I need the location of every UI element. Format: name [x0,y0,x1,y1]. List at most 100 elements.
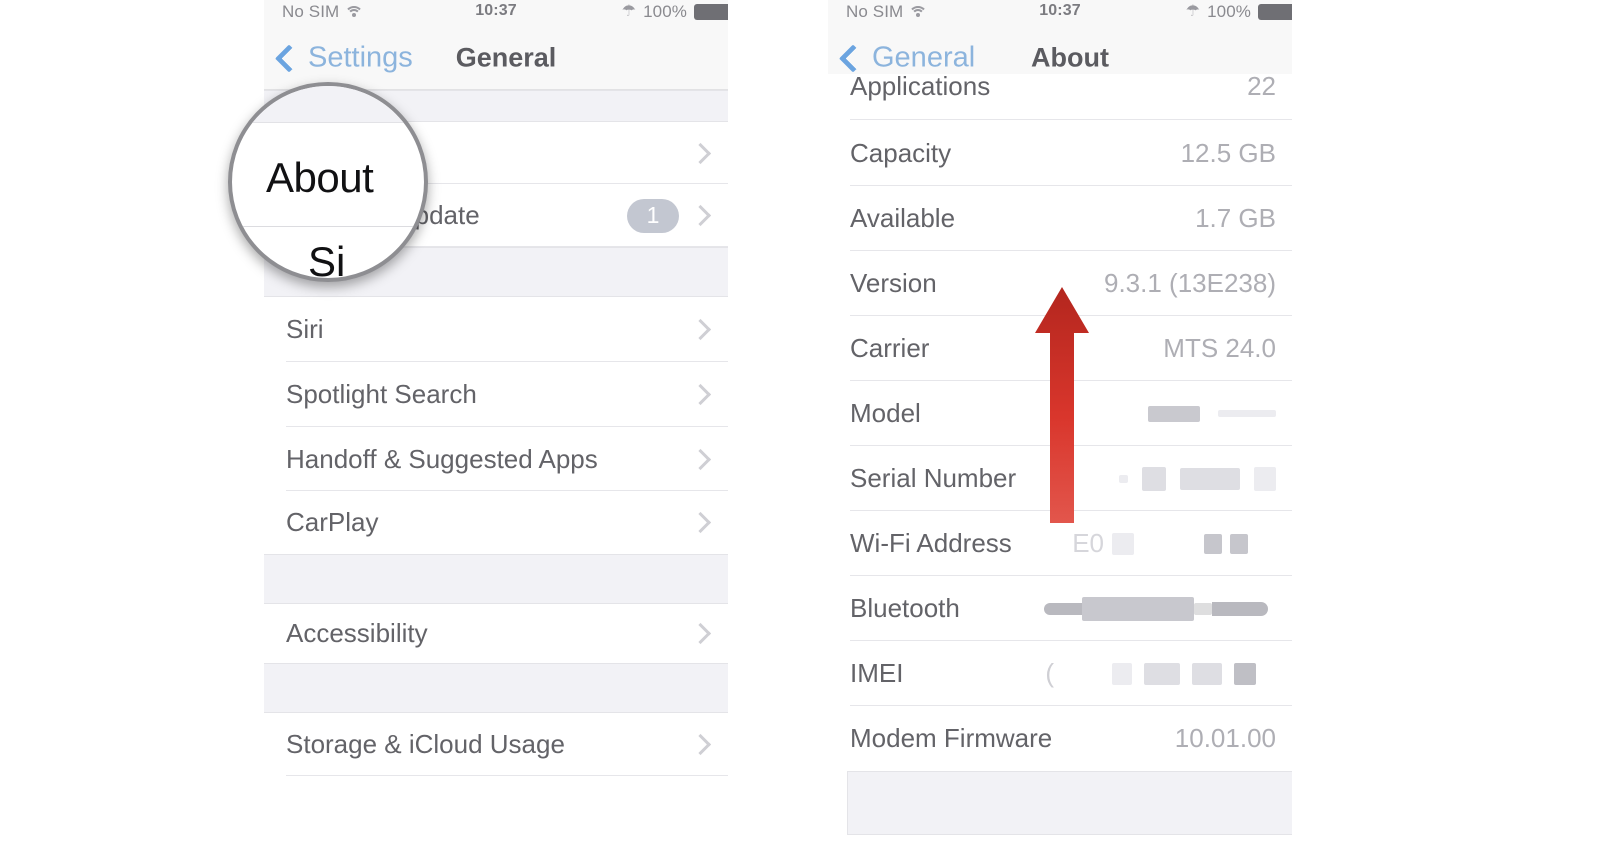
redacted-value-block [1212,601,1268,616]
list-item-applications[interactable]: Applications 22 [828,74,1292,120]
battery-full-icon [1258,4,1292,20]
list-item-label: Applications [850,74,991,101]
about-info-list: Capacity 12.5 GB Available 1.7 GB Versio… [828,121,1292,835]
list-item-label: Serial Number [850,463,1017,493]
status-bar-right-group: ☂ 100% [622,2,728,22]
right-phone-screen: No SIM 10:37 ☂ 100% General About Applic… [828,0,1292,841]
redacted-value-block [1112,532,1134,555]
row-value: 1.7 GB [1195,203,1276,233]
row-accessories [689,142,728,164]
magnified-partial-label: Si [308,238,346,278]
list-item-model: Model [828,381,1292,446]
list-item-bluetooth: Bluetooth [828,576,1292,641]
list-item-available: Available 1.7 GB [828,186,1292,251]
list-item-label: Capacity [850,138,952,168]
list-item-imei: IMEI ( [828,641,1292,706]
list-item-label: Carrier [850,333,930,363]
list-item-spotlight-search[interactable]: Spotlight Search [264,362,728,427]
chevron-right-icon [689,142,712,164]
magnifier-content: About Si [232,86,424,278]
redacted-value-block [1142,466,1166,491]
row-accessories: MTS 24.0 [1163,333,1292,364]
page-title-general: General [455,42,557,73]
list-item-label: Storage & iCloud Usage [286,729,565,759]
battery-full-icon [694,4,728,20]
bluetooth-icon: ☂ [621,3,637,20]
chevron-right-icon [689,733,712,756]
battery-percent-label: 100% [1207,2,1251,21]
screenshot-stage: No SIM 10:37 ☂ 100% Settings General Abo… [0,0,1600,841]
row-accessories [1134,405,1292,422]
row-accessories: 12.5 GB [1181,138,1292,169]
redacted-value-block [1218,410,1276,417]
row-accessories: 1.7 GB [1195,203,1292,234]
row-value: 22 [1247,74,1276,101]
redacted-value-block [1044,602,1082,615]
redacted-value-block [1204,533,1222,554]
row-accessories [689,622,728,645]
chevron-right-icon [689,511,712,534]
list-item-wifi-address: Wi-Fi Address E0 [828,511,1292,576]
redacted-value-block [1194,602,1212,615]
list-item-carplay[interactable]: CarPlay [264,491,728,554]
magnifier-section-gap [232,86,424,123]
list-item-label: Bluetooth [850,593,960,623]
redacted-value-block [1148,405,1200,422]
row-accessories [1044,596,1292,621]
list-item-label: Wi-Fi Address [850,528,1012,558]
list-item-label: Modem Firmware [850,723,1053,753]
row-accessories [689,318,728,341]
list-item-version: Version 9.3.1 (13E238) [828,251,1292,316]
status-bar-right: No SIM 10:37 ☂ 100% [828,0,1292,27]
list-item-label: Handoff & Suggested Apps [286,443,598,474]
list-item-accessibility[interactable]: Accessibility [264,604,728,663]
row-accessories: 9.3.1 (13E238) [1104,268,1292,299]
status-bar-left: No SIM 10:37 ☂ 100% [264,0,728,27]
row-accessories [1105,466,1292,491]
list-item-storage-icloud-usage[interactable]: Storage & iCloud Usage [264,713,728,776]
row-value: MTS 24.0 [1163,333,1276,363]
list-item-siri[interactable]: Siri [264,297,728,362]
list-item-label: Model [850,398,921,428]
row-accessories [689,511,728,534]
chevron-right-icon [689,622,712,645]
row-value: ( [1045,658,1054,688]
row-separator [850,119,1292,120]
list-item-label: IMEI [850,658,904,688]
row-value: E0 [1072,528,1104,558]
row-accessories: ( [1045,658,1292,689]
magnifier-callout-about: About Si [228,82,428,282]
section-gap [264,554,728,604]
magnifier-separator [232,226,424,227]
redacted-value-block [1230,533,1248,554]
redacted-value-block [1254,466,1276,491]
list-item-carrier: Carrier MTS 24.0 [828,316,1292,381]
list-item-capacity: Capacity 12.5 GB [828,121,1292,186]
chevron-right-icon [689,383,712,406]
row-value: 10.01.00 [1174,723,1276,753]
list-item-label: Spotlight Search [286,379,477,409]
list-item-label: Siri [286,314,324,344]
magnified-about-label: About [266,154,374,201]
list-item-handoff-suggested-apps[interactable]: Handoff & Suggested Apps [264,427,728,491]
status-badge: 1 [627,198,679,233]
row-accessories: 22 [1247,74,1292,102]
row-accessories: 1 [627,198,728,233]
chevron-right-icon [689,448,712,470]
redacted-value-block [1234,662,1256,685]
chevron-right-icon [689,204,712,227]
row-accessories [689,448,728,470]
list-item-label: Available [850,203,956,233]
row-accessories [689,733,728,756]
row-value: 9.3.1 (13E238) [1103,268,1276,298]
chevron-right-icon [689,318,712,341]
row-value: 12.5 GB [1180,138,1276,168]
redacted-value-block [1112,662,1132,685]
row-accessories: 10.01.00 [1175,723,1292,754]
list-item-label: Version [850,268,937,298]
page-title-about: About [1031,42,1109,73]
bluetooth-icon: ☂ [1185,3,1201,20]
redacted-value-block [1192,662,1222,685]
battery-percent-label: 100% [643,2,687,21]
list-item-label: Accessibility [286,618,428,648]
